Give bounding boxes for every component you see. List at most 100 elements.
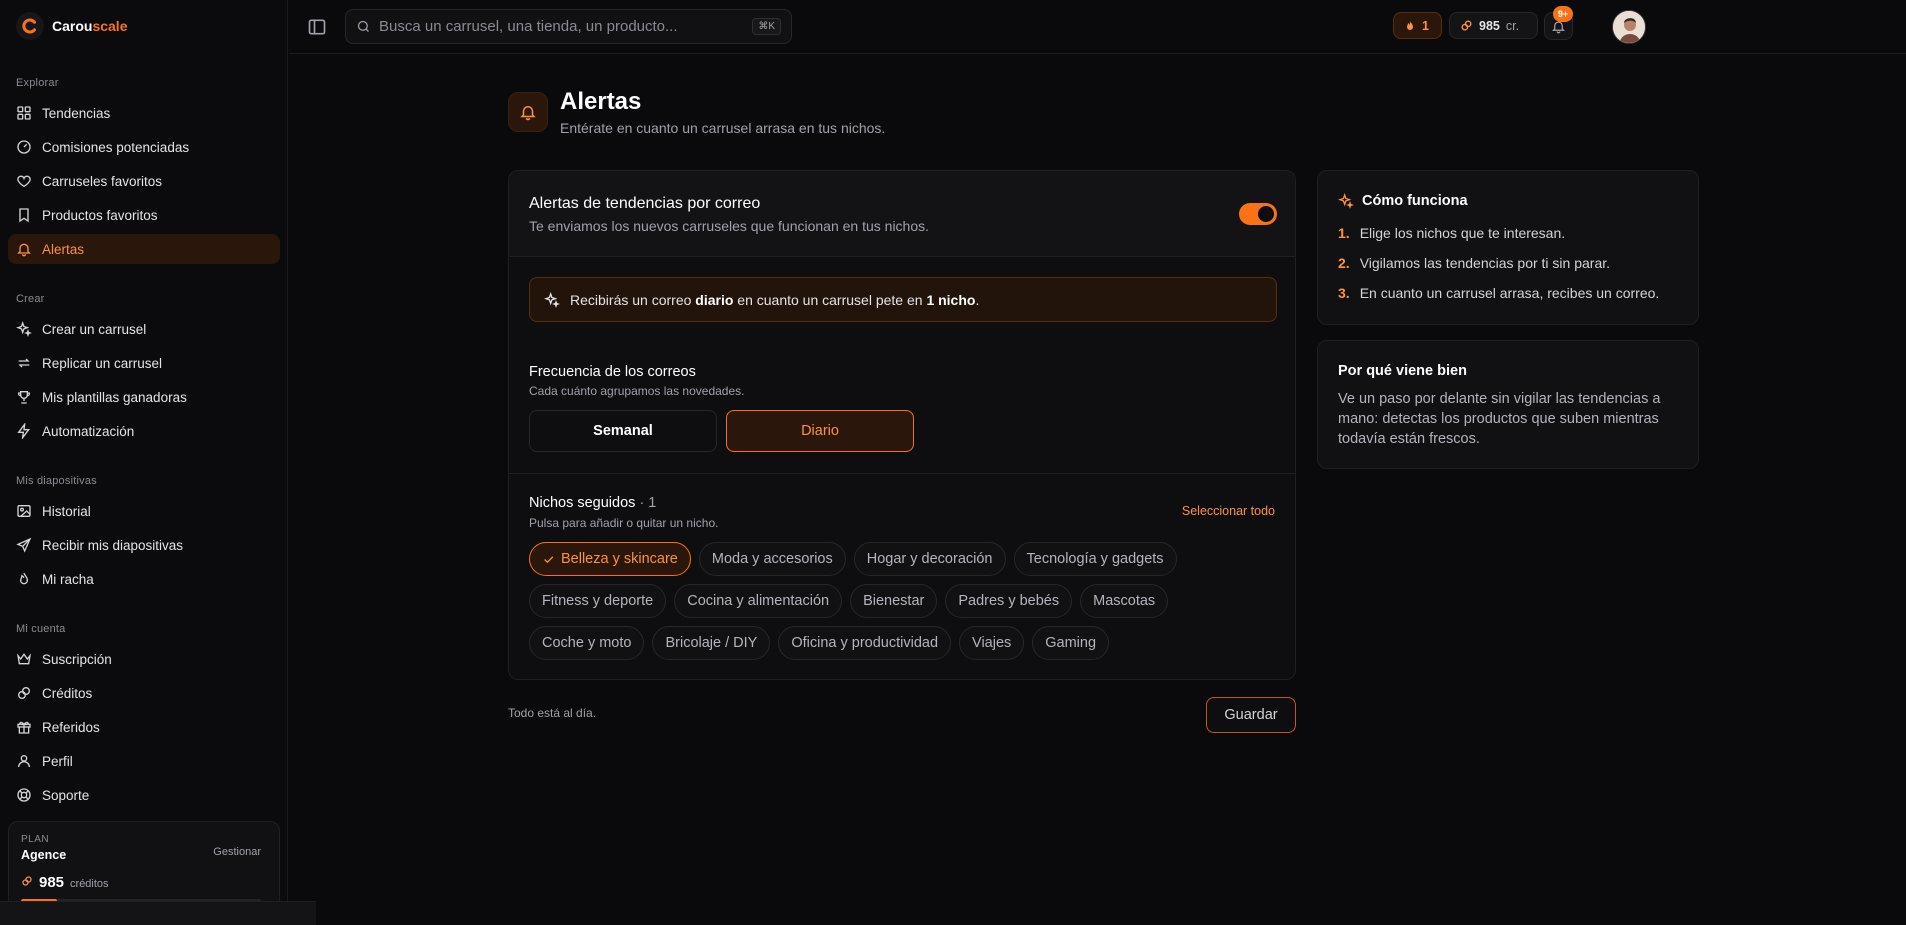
sidebar-item-replicar-carrusel[interactable]: Replicar un carrusel — [8, 348, 280, 378]
sidebar-item-productos-favoritos[interactable]: Productos favoritos — [8, 200, 280, 230]
credits-unit: cr. — [1505, 18, 1520, 33]
niche-chip-label: Padres y bebés — [958, 593, 1060, 609]
sidebar-nav: Explorar Tendencias Comisiones potenciad… — [8, 64, 280, 814]
nav-section-title: Mi cuenta — [16, 623, 66, 635]
gift-icon — [17, 721, 31, 734]
status-strip — [0, 901, 316, 925]
page-bell-icon — [508, 92, 548, 132]
niche-chip[interactable]: Bricolaje / DIY — [652, 626, 771, 660]
plan-label: PLAN — [21, 834, 50, 845]
sidebar-item-crear-carrusel[interactable]: Crear un carrusel — [8, 314, 280, 344]
frequency-title: Frecuencia de los correos — [529, 364, 696, 380]
niche-chip[interactable]: Mascotas — [1080, 584, 1169, 618]
brand[interactable]: Carouscale — [16, 12, 128, 40]
niche-chip-label: Bienestar — [863, 593, 925, 609]
avatar[interactable] — [1612, 10, 1646, 44]
notice-text: Recibirás un correo diario en cuanto un … — [570, 291, 980, 308]
niche-chip-label: Tecnología y gadgets — [1026, 551, 1164, 567]
niche-chip-label: Coche y moto — [542, 635, 632, 651]
nav-section-title: Mis diapositivas — [16, 475, 97, 487]
manage-plan-link[interactable]: Gestionar — [213, 846, 261, 858]
save-status: Todo está al día. — [508, 706, 597, 720]
sidebar-item-carruseles-favoritos[interactable]: Carruseles favoritos — [8, 166, 280, 196]
sidebar-item-tendencias[interactable]: Tendencias — [8, 98, 280, 128]
sidebar-item-label: Perfil — [42, 753, 73, 769]
niche-chip[interactable]: Hogar y decoración — [853, 542, 1006, 576]
sidebar-item-referidos[interactable]: Referidos — [8, 712, 280, 742]
sidebar-item-perfil[interactable]: Perfil — [8, 746, 280, 776]
sidebar-item-label: Alertas — [42, 241, 85, 257]
sidebar-item-label: Carruseles favoritos — [42, 173, 163, 189]
sidebar-item-comisiones[interactable]: Comisiones potenciadas — [8, 132, 280, 162]
bell-icon — [17, 243, 31, 257]
trophy-icon — [17, 391, 31, 404]
sidebar-item-creditos[interactable]: Créditos — [8, 678, 280, 708]
why-useful-card: Por qué viene bien Ve un paso por delant… — [1317, 340, 1699, 469]
niche-chip[interactable]: Moda y accesorios — [698, 542, 846, 576]
sidebar-item-historial[interactable]: Historial — [8, 496, 280, 526]
sidebar-item-plantillas[interactable]: Mis plantillas ganadoras — [8, 382, 280, 412]
sidebar-item-alertas[interactable]: Alertas — [8, 234, 280, 264]
email-alerts-title: Alertas de tendencias por correo — [529, 195, 761, 212]
notifications-badge: 9+ — [1553, 6, 1573, 22]
streak-badge[interactable]: 1 — [1393, 12, 1442, 39]
sidebar-item-mi-racha[interactable]: Mi racha — [8, 564, 280, 594]
niche-chip[interactable]: Coche y moto — [529, 626, 645, 660]
plan-credits-value: 985 — [39, 874, 65, 891]
frequency-description: Cada cuánto agrupamos las novedades. — [529, 384, 745, 398]
nav-section-title: Explorar — [16, 77, 59, 89]
sidebar-item-label: Suscripción — [42, 651, 112, 667]
niche-chip-label: Moda y accesorios — [711, 551, 833, 567]
niche-chip[interactable]: Gaming — [1032, 626, 1110, 660]
credits-count: 985 — [1479, 18, 1500, 33]
sidebar-item-automatizacion[interactable]: Automatización — [8, 416, 280, 446]
sidebar-item-suscripcion[interactable]: Suscripción — [8, 644, 280, 674]
niche-chip-label: Hogar y decoración — [866, 551, 993, 567]
sidebar-item-label: Mis plantillas ganadoras — [42, 389, 187, 405]
niche-chip[interactable]: Belleza y skincare — [529, 542, 691, 576]
search-shortcut: ⌘K — [752, 18, 781, 35]
email-alerts-toggle[interactable] — [1239, 203, 1277, 225]
frequency-weekly-button[interactable]: Semanal — [529, 410, 717, 452]
niche-chip[interactable]: Fitness y deporte — [529, 584, 667, 618]
niches-count: · 1 — [639, 495, 657, 511]
crown-icon — [16, 653, 32, 665]
sidebar-item-label: Replicar un carrusel — [42, 355, 163, 371]
niche-chip[interactable]: Viajes — [959, 626, 1025, 660]
nav-section-title: Crear — [16, 293, 45, 305]
frequency-daily-button[interactable]: Diario — [726, 410, 914, 452]
search-bar[interactable]: ⌘K — [345, 9, 792, 44]
sidebar-item-label: Productos favoritos — [42, 207, 158, 223]
sidebar-item-soporte[interactable]: Soporte — [8, 780, 280, 810]
sidebar-item-label: Crear un carrusel — [42, 321, 147, 337]
sidebar-item-label: Tendencias — [42, 105, 111, 121]
save-button[interactable]: Guardar — [1206, 697, 1296, 733]
sidebar-item-label: Referidos — [42, 719, 100, 735]
sparkles-icon — [544, 291, 560, 308]
toggle-knob — [1258, 206, 1274, 222]
sidebar-toggle-icon[interactable] — [307, 17, 327, 37]
user-icon — [18, 755, 30, 768]
coins-icon — [1461, 20, 1472, 31]
niche-chip-label: Gaming — [1045, 635, 1097, 651]
sidebar-item-recibir-diapositivas[interactable]: Recibir mis diapositivas — [8, 530, 280, 560]
niche-chip-label: Mascotas — [1093, 593, 1156, 609]
niche-chip[interactable]: Cocina y alimentación — [674, 584, 843, 618]
niche-chip[interactable]: Oficina y productividad — [778, 626, 952, 660]
streak-count: 1 — [1422, 18, 1429, 33]
niche-chip[interactable]: Tecnología y gadgets — [1013, 542, 1177, 576]
flame-icon — [19, 572, 29, 585]
sidebar: Carouscale Explorar Tendencias Comisione… — [0, 0, 316, 925]
niche-chip[interactable]: Bienestar — [850, 584, 938, 618]
niche-chip-label: Belleza y skincare — [561, 551, 678, 567]
gauge-icon — [17, 140, 31, 154]
select-all-link[interactable]: Seleccionar todo — [1182, 504, 1275, 518]
how-step: 1. Elige los nichos que te interesan. — [1338, 225, 1566, 241]
sidebar-item-label: Mi racha — [42, 571, 94, 587]
alert-summary-notice: Recibirás un correo diario en cuanto un … — [529, 277, 1277, 322]
search-input[interactable] — [379, 18, 745, 35]
niche-chip[interactable]: Padres y bebés — [945, 584, 1073, 618]
coins-icon — [18, 687, 30, 699]
credits-badge[interactable]: 985 cr. — [1449, 12, 1538, 39]
sidebar-item-label: Soporte — [42, 787, 90, 803]
